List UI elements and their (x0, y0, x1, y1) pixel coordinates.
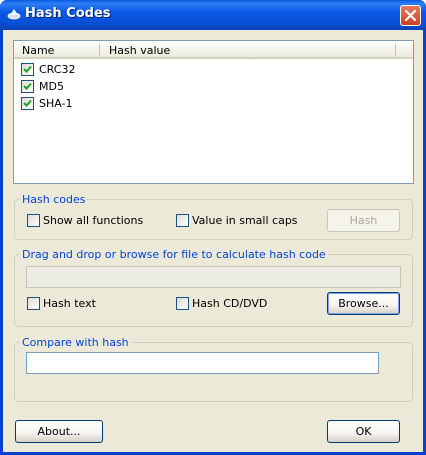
hash-list[interactable]: Name Hash value CRC32 MD5 SHA-1 (13, 40, 414, 184)
about-button[interactable]: About... (15, 420, 103, 443)
checkbox-crc32[interactable] (21, 63, 34, 76)
show-all-functions-label: Show all functions (43, 214, 144, 227)
list-item-label: SHA-1 (39, 97, 73, 110)
list-item-label: MD5 (39, 80, 64, 93)
checkbox-sha1[interactable] (21, 97, 34, 110)
checkmark-icon (23, 65, 32, 73)
app-icon (7, 7, 21, 21)
close-icon (405, 10, 416, 21)
file-path-field[interactable] (26, 266, 401, 288)
browse-button[interactable]: Browse... (327, 292, 400, 315)
checkmark-icon (23, 82, 32, 90)
list-header: Name Hash value (14, 41, 413, 59)
compare-hash-input[interactable] (26, 352, 379, 374)
file-group-title: Drag and drop or browse for file to calc… (20, 248, 328, 261)
ok-button[interactable]: OK (327, 420, 400, 443)
checkbox-md5[interactable] (21, 80, 34, 93)
hash-codes-window: Hash Codes Name Hash value CRC32 MD5 SHA… (0, 0, 426, 455)
small-caps-label: Value in small caps (192, 214, 298, 227)
hash-button[interactable]: Hash (327, 209, 400, 232)
column-hash-value[interactable]: Hash value (109, 44, 170, 57)
close-button[interactable] (400, 5, 421, 26)
column-name[interactable]: Name (22, 44, 54, 57)
hash-codes-group-title: Hash codes (20, 193, 88, 206)
checkmark-icon (23, 99, 32, 107)
hash-text-label: Hash text (43, 297, 96, 310)
compare-group-title: Compare with hash (20, 336, 131, 349)
window-title: Hash Codes (25, 6, 111, 21)
hash-cd-label: Hash CD/DVD (192, 297, 268, 310)
title-bar[interactable]: Hash Codes (0, 0, 426, 30)
file-group (14, 254, 413, 327)
list-item-label: CRC32 (39, 63, 76, 76)
